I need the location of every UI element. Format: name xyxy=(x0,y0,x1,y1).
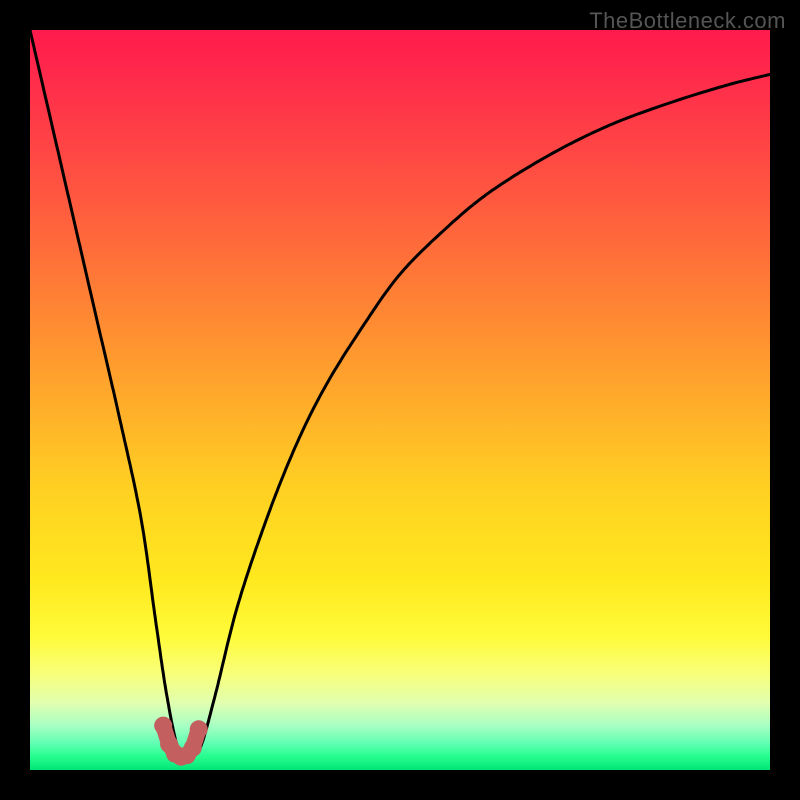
plot-area xyxy=(30,30,770,770)
watermark-label: TheBottleneck.com xyxy=(589,8,786,34)
trough-dot xyxy=(190,720,208,738)
trough-marker xyxy=(154,717,208,766)
trough-dot xyxy=(154,717,172,735)
curve-line xyxy=(30,30,770,756)
curve-svg xyxy=(30,30,770,770)
chart-frame: TheBottleneck.com xyxy=(0,0,800,800)
trough-dot xyxy=(184,739,202,757)
curve-path xyxy=(30,30,770,756)
